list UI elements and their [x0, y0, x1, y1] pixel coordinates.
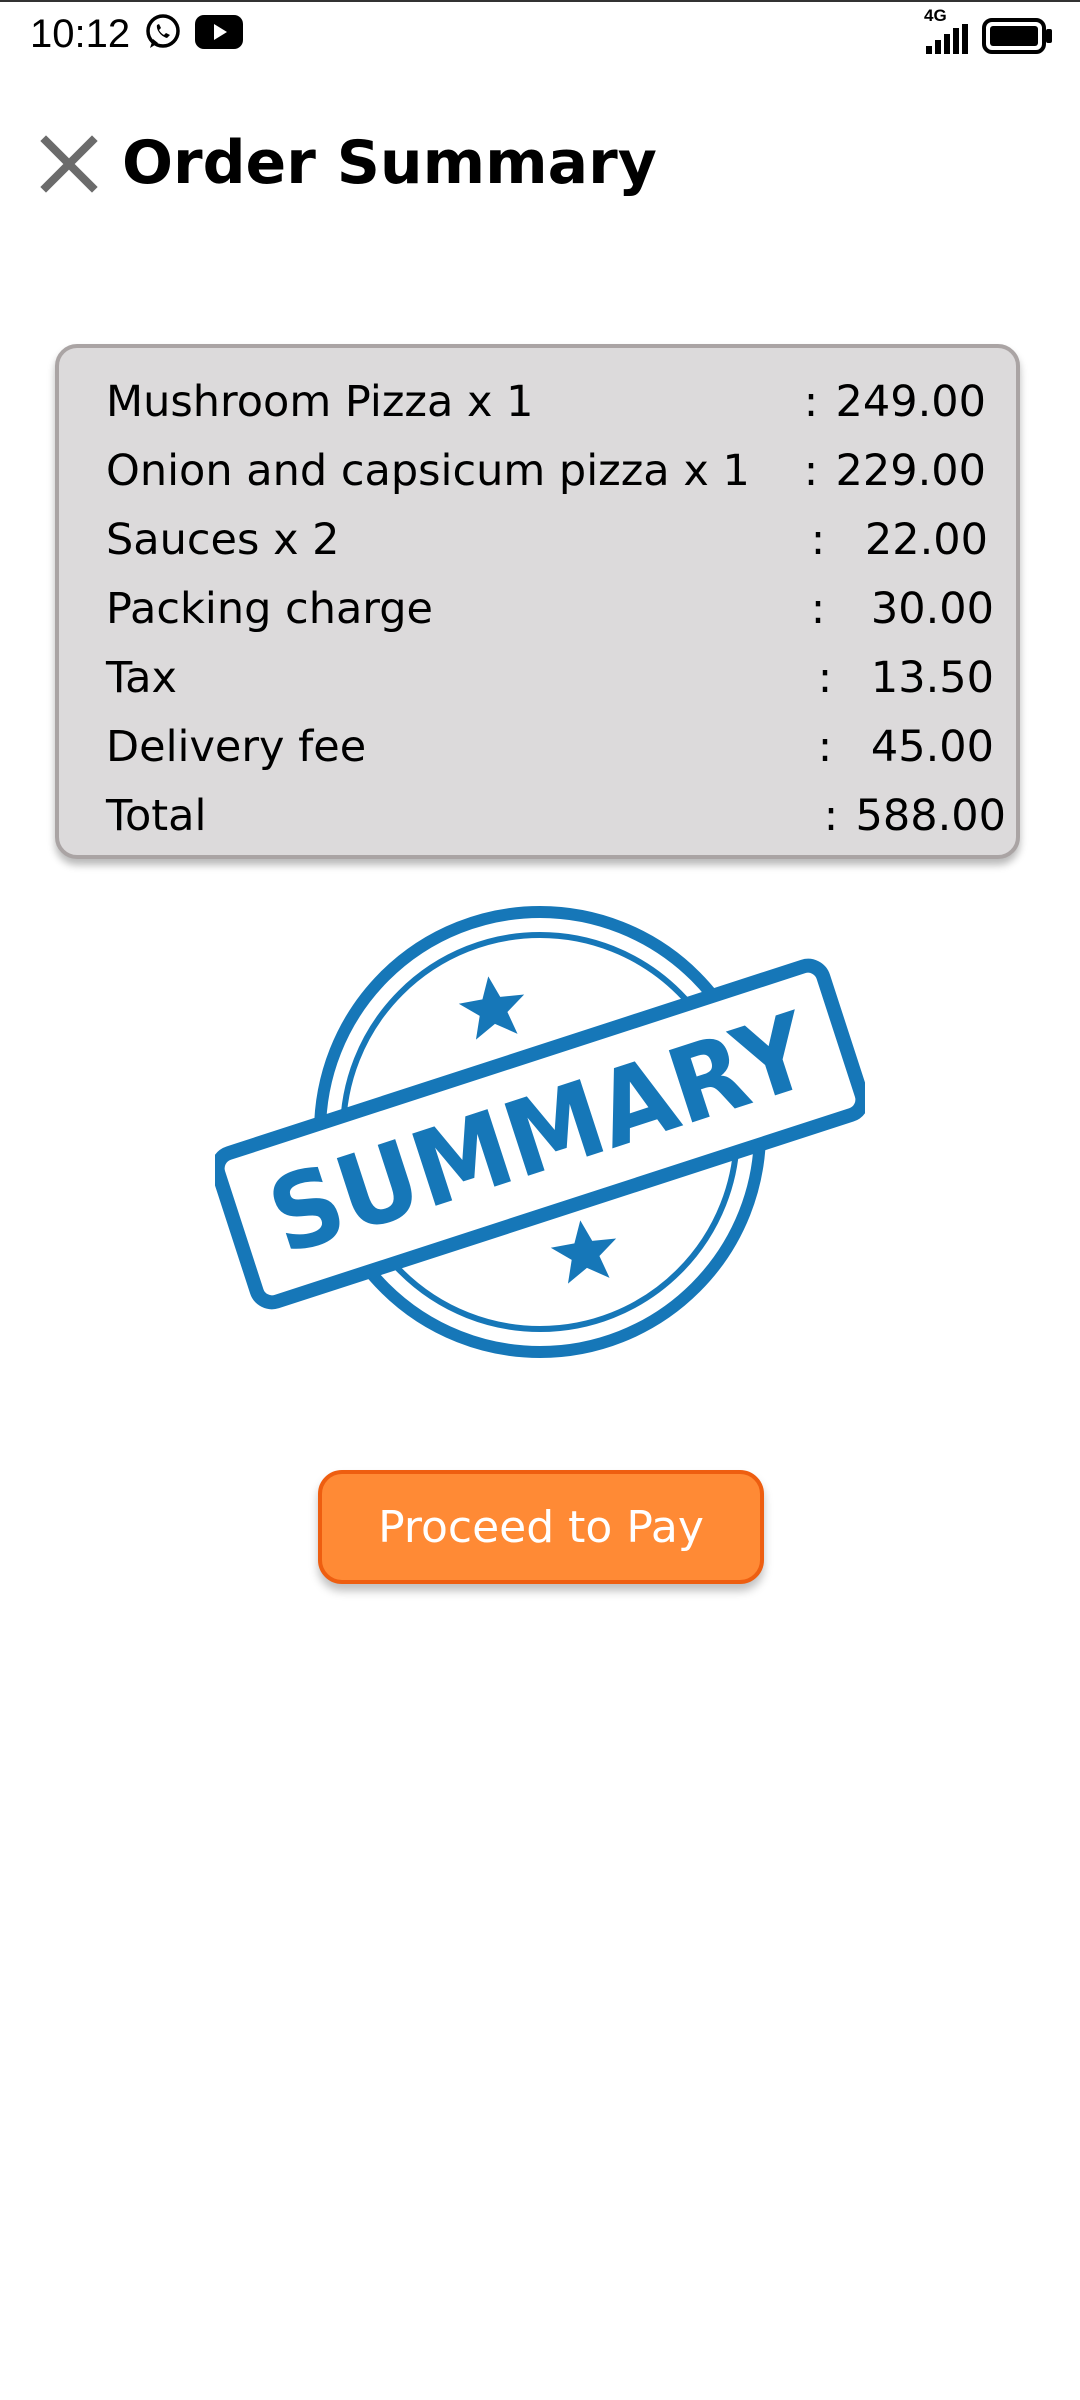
summary-stamp-graphic: SUMMARY [215, 906, 865, 1358]
star-icon [458, 976, 525, 1040]
status-bar: 10:12 4G [0, 0, 1080, 64]
order-row-mushroom-pizza: Mushroom Pizza x 1 : 249.00 [59, 368, 1016, 437]
item-separator: : [810, 584, 826, 634]
network-type-label: 4G [924, 6, 947, 25]
page-title: Order Summary [122, 128, 657, 198]
item-label: Mushroom Pizza x 1 [106, 377, 534, 427]
item-separator: : [803, 446, 819, 496]
order-row-sauces: Sauces x 2 : 22.00 [59, 506, 1016, 575]
youtube-icon [195, 15, 243, 49]
item-label: Sauces x 2 [106, 515, 340, 565]
whatsapp-icon [146, 14, 180, 48]
star-icon [550, 1220, 617, 1284]
item-amount: 45.00 [870, 722, 994, 772]
order-row-onion-capsicum-pizza: Onion and capsicum pizza x 1 : 229.00 [59, 437, 1016, 506]
signal-icon [926, 24, 968, 54]
item-label: Onion and capsicum pizza x 1 [106, 446, 750, 496]
item-amount: 588.00 [855, 791, 1006, 841]
item-label: Delivery fee [106, 722, 367, 772]
item-separator: : [803, 377, 819, 427]
proceed-to-pay-button[interactable]: Proceed to Pay [318, 1470, 764, 1584]
item-separator: : [817, 722, 833, 772]
item-separator: : [810, 515, 826, 565]
item-label: Tax [106, 653, 177, 703]
stamp-icon: SUMMARY [215, 906, 865, 1358]
order-row-delivery-fee: Delivery fee : 45.00 [59, 713, 1016, 782]
order-row-tax: Tax : 13.50 [59, 644, 1016, 713]
item-separator: : [823, 791, 839, 841]
item-amount: 249.00 [835, 377, 986, 427]
order-summary-card: Mushroom Pizza x 1 : 249.00 Onion and ca… [55, 344, 1020, 859]
item-amount: 22.00 [864, 515, 988, 565]
item-label: Total [106, 791, 207, 841]
battery-icon [982, 18, 1052, 54]
status-time: 10:12 [30, 12, 131, 56]
item-amount: 229.00 [835, 446, 986, 496]
close-icon[interactable] [38, 133, 100, 195]
item-amount: 30.00 [870, 584, 994, 634]
item-separator: : [817, 653, 833, 703]
item-amount: 13.50 [870, 653, 994, 703]
item-label: Packing charge [106, 584, 433, 634]
order-row-total: Total : 588.00 [59, 782, 1016, 851]
order-row-packing-charge: Packing charge : 30.00 [59, 575, 1016, 644]
